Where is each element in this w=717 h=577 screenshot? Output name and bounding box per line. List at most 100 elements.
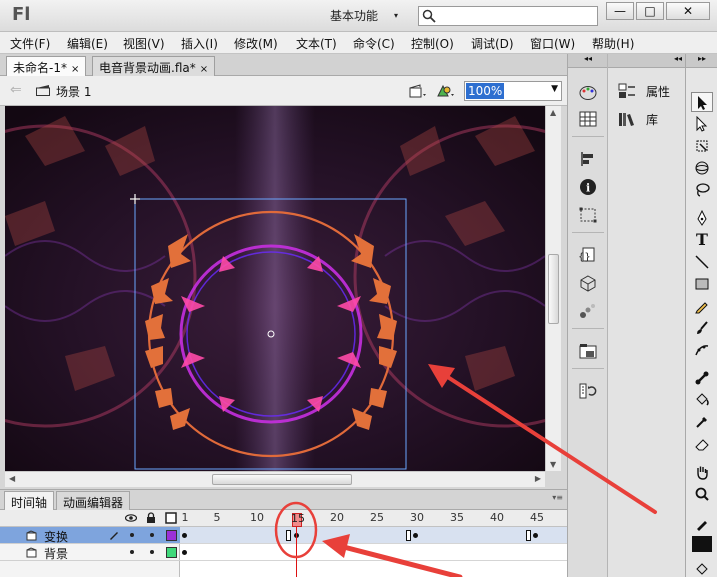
doc-tab-untitled[interactable]: 未命名-1* × [6, 56, 87, 76]
layer-color-swatch[interactable] [166, 547, 177, 558]
lasso-tool[interactable] [691, 180, 713, 200]
layer-row[interactable]: 背景 [0, 544, 180, 561]
rectangle-tool[interactable] [691, 274, 713, 294]
free-transform-tool[interactable] [691, 136, 713, 156]
menu-help[interactable]: 帮助(H) [592, 35, 634, 52]
menu-window[interactable]: 窗口(W) [530, 35, 575, 52]
eraser-icon [695, 439, 709, 451]
back-arrow-icon[interactable]: ⇐ [10, 82, 22, 98]
layer-row[interactable]: 变换 [0, 527, 180, 544]
motion-presets-icon[interactable] [578, 302, 598, 320]
keyframe[interactable] [182, 533, 187, 538]
line-tool[interactable] [691, 252, 713, 272]
pen-tool[interactable] [691, 208, 713, 228]
menu-file[interactable]: 文件(F) [10, 35, 50, 52]
scroll-down-icon[interactable]: ▼ [550, 460, 556, 469]
edit-symbols-icon[interactable] [436, 83, 456, 99]
subselection-tool[interactable] [691, 114, 713, 134]
scroll-thumb[interactable] [548, 254, 559, 324]
code-snippets-icon[interactable]: {} [578, 246, 598, 264]
menu-view[interactable]: 视图(V) [123, 35, 165, 52]
lock-dot[interactable] [150, 550, 154, 554]
stage-horizontal-scrollbar[interactable]: ◀ ▶ [5, 471, 545, 487]
menu-text[interactable]: 文本(T) [296, 35, 337, 52]
keyframe[interactable] [533, 533, 538, 538]
layer-color-swatch[interactable] [166, 530, 177, 541]
stage-canvas[interactable] [5, 106, 545, 471]
pencil-tool[interactable] [691, 296, 713, 316]
help-search-input[interactable] [418, 6, 598, 26]
history-icon[interactable] [578, 382, 598, 400]
menu-control[interactable]: 控制(O) [411, 35, 454, 52]
menu-commands[interactable]: 命令(C) [353, 35, 395, 52]
doc-tab-music-bg[interactable]: 电音背景动画.fla* × [92, 56, 216, 76]
align-icon[interactable] [578, 150, 598, 168]
eyedropper-tool[interactable] [691, 412, 713, 432]
paint-bucket-tool[interactable] [691, 390, 713, 410]
frame-row[interactable] [180, 544, 567, 561]
keyframe-end[interactable] [286, 530, 291, 541]
workspace-switcher[interactable]: 基本功能 ▾ [320, 6, 406, 26]
collapse-icon[interactable]: ◂◂ [608, 54, 686, 68]
visibility-dot[interactable] [130, 533, 134, 537]
lock-icon[interactable] [145, 512, 157, 524]
deco-tool[interactable] [691, 340, 713, 360]
bone-tool[interactable] [691, 368, 713, 388]
scroll-up-icon[interactable]: ▲ [550, 108, 556, 117]
swatches-icon[interactable] [578, 110, 598, 128]
tab-timeline[interactable]: 时间轴 [4, 491, 55, 510]
line-icon [695, 255, 709, 269]
keyframe-end[interactable] [526, 530, 531, 541]
components-icon[interactable] [578, 274, 598, 292]
color-palette-icon[interactable] [578, 84, 598, 102]
keyframe-end[interactable] [406, 530, 411, 541]
lock-dot[interactable] [150, 533, 154, 537]
frame-number: 45 [530, 511, 544, 524]
fill-color-tool[interactable] [691, 560, 713, 577]
frame-row[interactable] [180, 527, 567, 544]
stage-vertical-scrollbar[interactable]: ▲ ▼ [545, 106, 561, 471]
menu-edit[interactable]: 编辑(E) [67, 35, 108, 52]
text-tool[interactable]: T [691, 230, 713, 250]
menu-debug[interactable]: 调试(D) [471, 35, 514, 52]
minimize-button[interactable]: — [606, 2, 634, 20]
app-logo: Fl [12, 4, 31, 25]
close-tab-icon[interactable]: × [71, 64, 79, 75]
edit-scene-icon[interactable] [408, 83, 428, 99]
collapse-icon[interactable]: ◂◂ [568, 54, 608, 68]
zoom-tool[interactable] [691, 484, 713, 504]
stroke-color-swatch[interactable] [692, 536, 712, 552]
hand-tool[interactable] [691, 462, 713, 482]
close-tab-icon[interactable]: × [200, 64, 208, 75]
eraser-tool[interactable] [691, 434, 713, 454]
project-icon[interactable] [578, 342, 598, 360]
workspace-label: 基本功能 [330, 9, 379, 23]
layer-list: 变换 背景 [0, 527, 180, 577]
doc-tab-label: 电音背景动画.fla* [99, 61, 196, 75]
maximize-button[interactable]: □ [636, 2, 664, 20]
collapse-icon[interactable]: ▸▸ [686, 54, 717, 68]
menu-modify[interactable]: 修改(M) [234, 35, 278, 52]
close-button[interactable]: ✕ [666, 2, 710, 20]
stroke-color-tool[interactable] [691, 514, 713, 534]
scroll-left-icon[interactable]: ◀ [9, 474, 15, 483]
selection-tool[interactable] [691, 92, 713, 112]
tab-motion-editor[interactable]: 动画编辑器 [56, 491, 131, 510]
zoom-select[interactable]: 100% ▼ [464, 81, 562, 101]
eye-icon[interactable] [125, 512, 137, 524]
frame-number: 10 [250, 511, 264, 524]
3d-rotation-tool[interactable] [691, 158, 713, 178]
scroll-thumb[interactable] [212, 474, 352, 485]
keyframe[interactable] [182, 550, 187, 555]
visibility-dot[interactable] [130, 550, 134, 554]
menu-insert[interactable]: 插入(I) [181, 35, 218, 52]
transform-icon[interactable] [578, 206, 598, 224]
keyframe[interactable] [413, 533, 418, 538]
text-tool-icon: T [696, 230, 708, 249]
pencil-icon [695, 302, 708, 314]
brush-tool[interactable] [691, 318, 713, 338]
info-icon[interactable]: i [578, 178, 598, 196]
panel-menu-icon[interactable]: ▾≡ [552, 493, 563, 502]
scroll-right-icon[interactable]: ▶ [535, 474, 541, 483]
frame-grid[interactable] [180, 527, 567, 577]
